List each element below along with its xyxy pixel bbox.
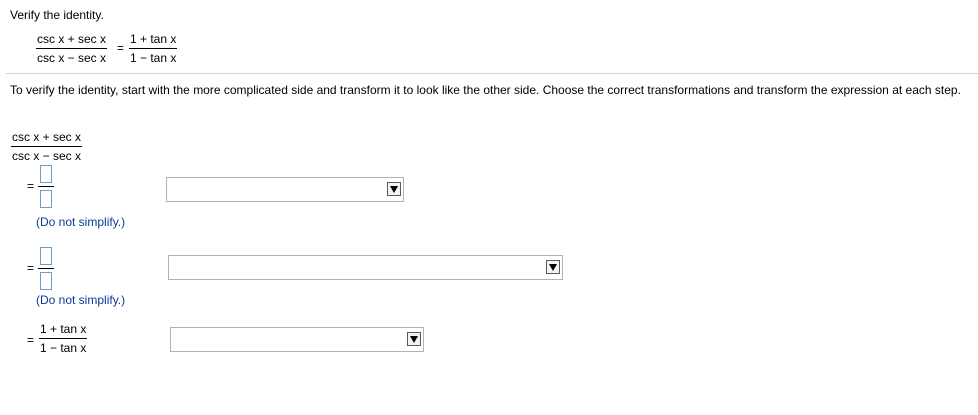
identity-rhs-denominator: 1 − tan x bbox=[130, 51, 177, 65]
step2-denominator-input[interactable] bbox=[40, 272, 52, 290]
chevron-down-icon[interactable] bbox=[407, 332, 421, 346]
step1-numerator-input[interactable] bbox=[40, 165, 52, 183]
step1-denominator-input[interactable] bbox=[40, 190, 52, 208]
identity-lhs-denominator: csc x − sec x bbox=[37, 51, 107, 65]
instruction-title: Verify the identity. bbox=[10, 8, 104, 22]
step2-transformation-dropdown[interactable] bbox=[168, 255, 563, 280]
fraction-bar bbox=[38, 186, 54, 187]
identity-rhs-numerator: 1 + tan x bbox=[130, 32, 177, 46]
work-start-denominator: csc x − sec x bbox=[12, 149, 82, 163]
step1-equals: = bbox=[27, 179, 35, 193]
instructions-text: To verify the identity, start with the m… bbox=[10, 83, 961, 97]
step3-denominator: 1 − tan x bbox=[40, 341, 87, 355]
work-start-fraction: csc x + sec x csc x − sec x bbox=[11, 130, 83, 163]
chevron-down-icon[interactable] bbox=[387, 182, 401, 196]
step3-fraction: 1 + tan x 1 − tan x bbox=[39, 322, 88, 355]
step2-hint: (Do not simplify.) bbox=[36, 293, 126, 307]
step3-transformation-dropdown[interactable] bbox=[170, 327, 424, 352]
identity-lhs-numerator: csc x + sec x bbox=[37, 32, 107, 46]
step1-transformation-dropdown[interactable] bbox=[166, 177, 404, 202]
step1-hint: (Do not simplify.) bbox=[36, 215, 126, 229]
identity-equals: = bbox=[117, 41, 125, 55]
step2-equals: = bbox=[27, 261, 35, 275]
step3-numerator: 1 + tan x bbox=[40, 322, 87, 336]
identity-lhs-fraction: csc x + sec x csc x − sec x bbox=[36, 32, 108, 65]
section-divider bbox=[6, 73, 978, 74]
identity-rhs-fraction: 1 + tan x 1 − tan x bbox=[129, 32, 178, 65]
step3-equals: = bbox=[27, 333, 35, 347]
chevron-down-icon[interactable] bbox=[546, 260, 560, 274]
work-start-numerator: csc x + sec x bbox=[12, 130, 82, 144]
step2-numerator-input[interactable] bbox=[40, 247, 52, 265]
fraction-bar bbox=[38, 268, 54, 269]
